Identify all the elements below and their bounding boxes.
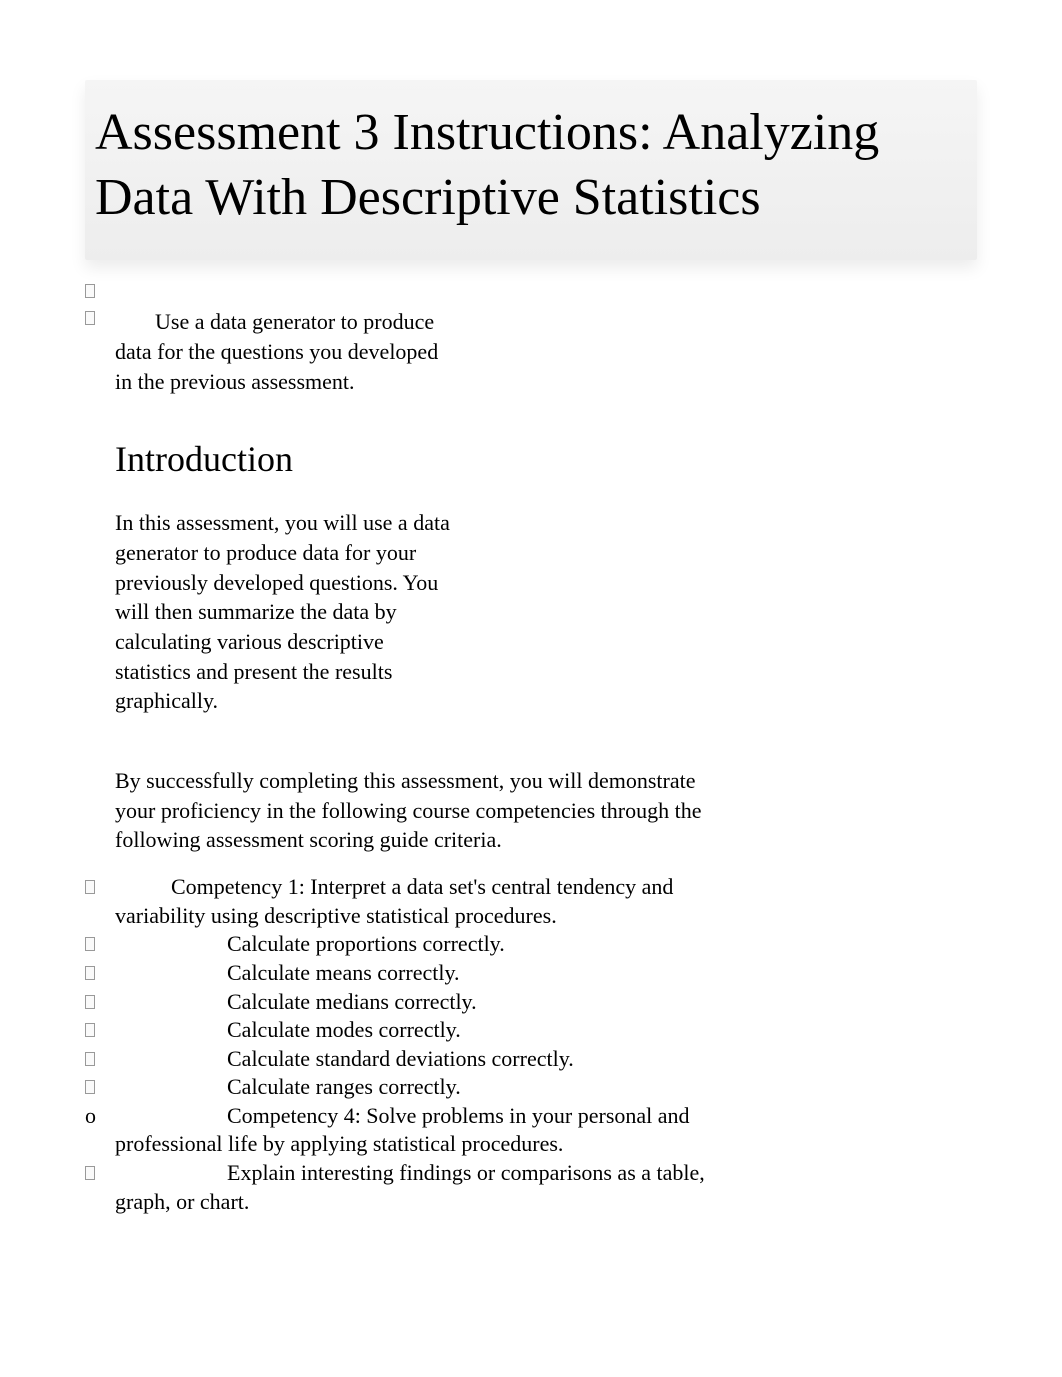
placeholder-glyph-icon [85,284,95,298]
list-item: o Competency 4: Solve problems in your pe… [85,1102,977,1159]
list-item: Calculate ranges correctly. [85,1073,977,1102]
list-item: Calculate standard deviations correctly. [85,1045,977,1074]
list-item-label: Calculate proportions correctly. [115,930,735,959]
bullet-marker [85,930,115,959]
bullet-marker [85,1073,115,1102]
placeholder-glyph-icon [85,1023,95,1037]
bullet-marker [85,1159,115,1188]
list-item: Calculate means correctly. [85,959,977,988]
list-item: Explain interesting findings or comparis… [85,1159,977,1216]
bullet-marker [85,873,115,902]
section-heading-introduction: Introduction [115,438,977,480]
placeholder-glyph-icon [85,311,95,325]
bullet-marker [85,988,115,1017]
placeholder-glyph-icon [85,966,95,980]
list-item-label: Calculate medians correctly. [115,988,735,1017]
bullet-marker [85,280,115,305]
list-item-text: Calculate standard deviations correctly. [115,1045,735,1074]
title-block: Assessment 3 Instructions: Analyzing Dat… [85,80,977,260]
placeholder-glyph-icon [85,937,95,951]
list-item-text: Calculate medians correctly. [115,988,735,1017]
list-item-label: Calculate means correctly. [115,959,735,988]
list-item-text: Competency 1: Interpret a data set's cen… [115,873,735,930]
intro-bullet-text: Use a data generator to produce data for… [115,307,455,396]
bullet-marker [85,959,115,988]
list-item-text: Calculate ranges correctly. [115,1073,735,1102]
intro-bullet-row: Use a data generator to produce data for… [85,307,977,426]
placeholder-glyph-icon [85,1166,95,1180]
competency-list: Competency 1: Interpret a data set's cen… [85,873,977,1216]
intro-paragraph: In this assessment, you will use a data … [115,508,455,716]
list-item-label: Competency 1: Interpret a data set's cen… [115,873,735,930]
placeholder-glyph-icon [85,995,95,1009]
competency-intro-paragraph: By successfully completing this assessme… [115,766,735,855]
list-item-text: Calculate modes correctly. [115,1016,735,1045]
list-item-label: Competency 4: Solve problems in your per… [115,1102,735,1159]
list-item-label: Calculate standard deviations correctly. [115,1045,735,1074]
bullet-marker: o [85,1102,115,1131]
empty-bullet-row [85,280,977,305]
list-item-text: Calculate proportions correctly. [115,930,735,959]
list-item-text: Competency 4: Solve problems in your per… [115,1102,735,1159]
bullet-marker [85,1016,115,1045]
placeholder-glyph-icon [85,1052,95,1066]
list-item: Calculate medians correctly. [85,988,977,1017]
o-bullet-icon: o [85,1103,96,1128]
list-item: Competency 1: Interpret a data set's cen… [85,873,977,930]
list-item-label: Explain interesting findings or comparis… [115,1159,735,1216]
list-item: Calculate proportions correctly. [85,930,977,959]
list-item: Calculate modes correctly. [85,1016,977,1045]
placeholder-glyph-icon [85,880,95,894]
bullet-marker [85,1045,115,1074]
page-title: Assessment 3 Instructions: Analyzing Dat… [95,100,967,230]
placeholder-glyph-icon [85,1080,95,1094]
bullet-marker [85,307,115,332]
list-item-label: Calculate ranges correctly. [115,1073,735,1102]
list-item-text: Explain interesting findings or comparis… [115,1159,735,1216]
list-item-label: Calculate modes correctly. [115,1016,735,1045]
list-item-text: Calculate means correctly. [115,959,735,988]
